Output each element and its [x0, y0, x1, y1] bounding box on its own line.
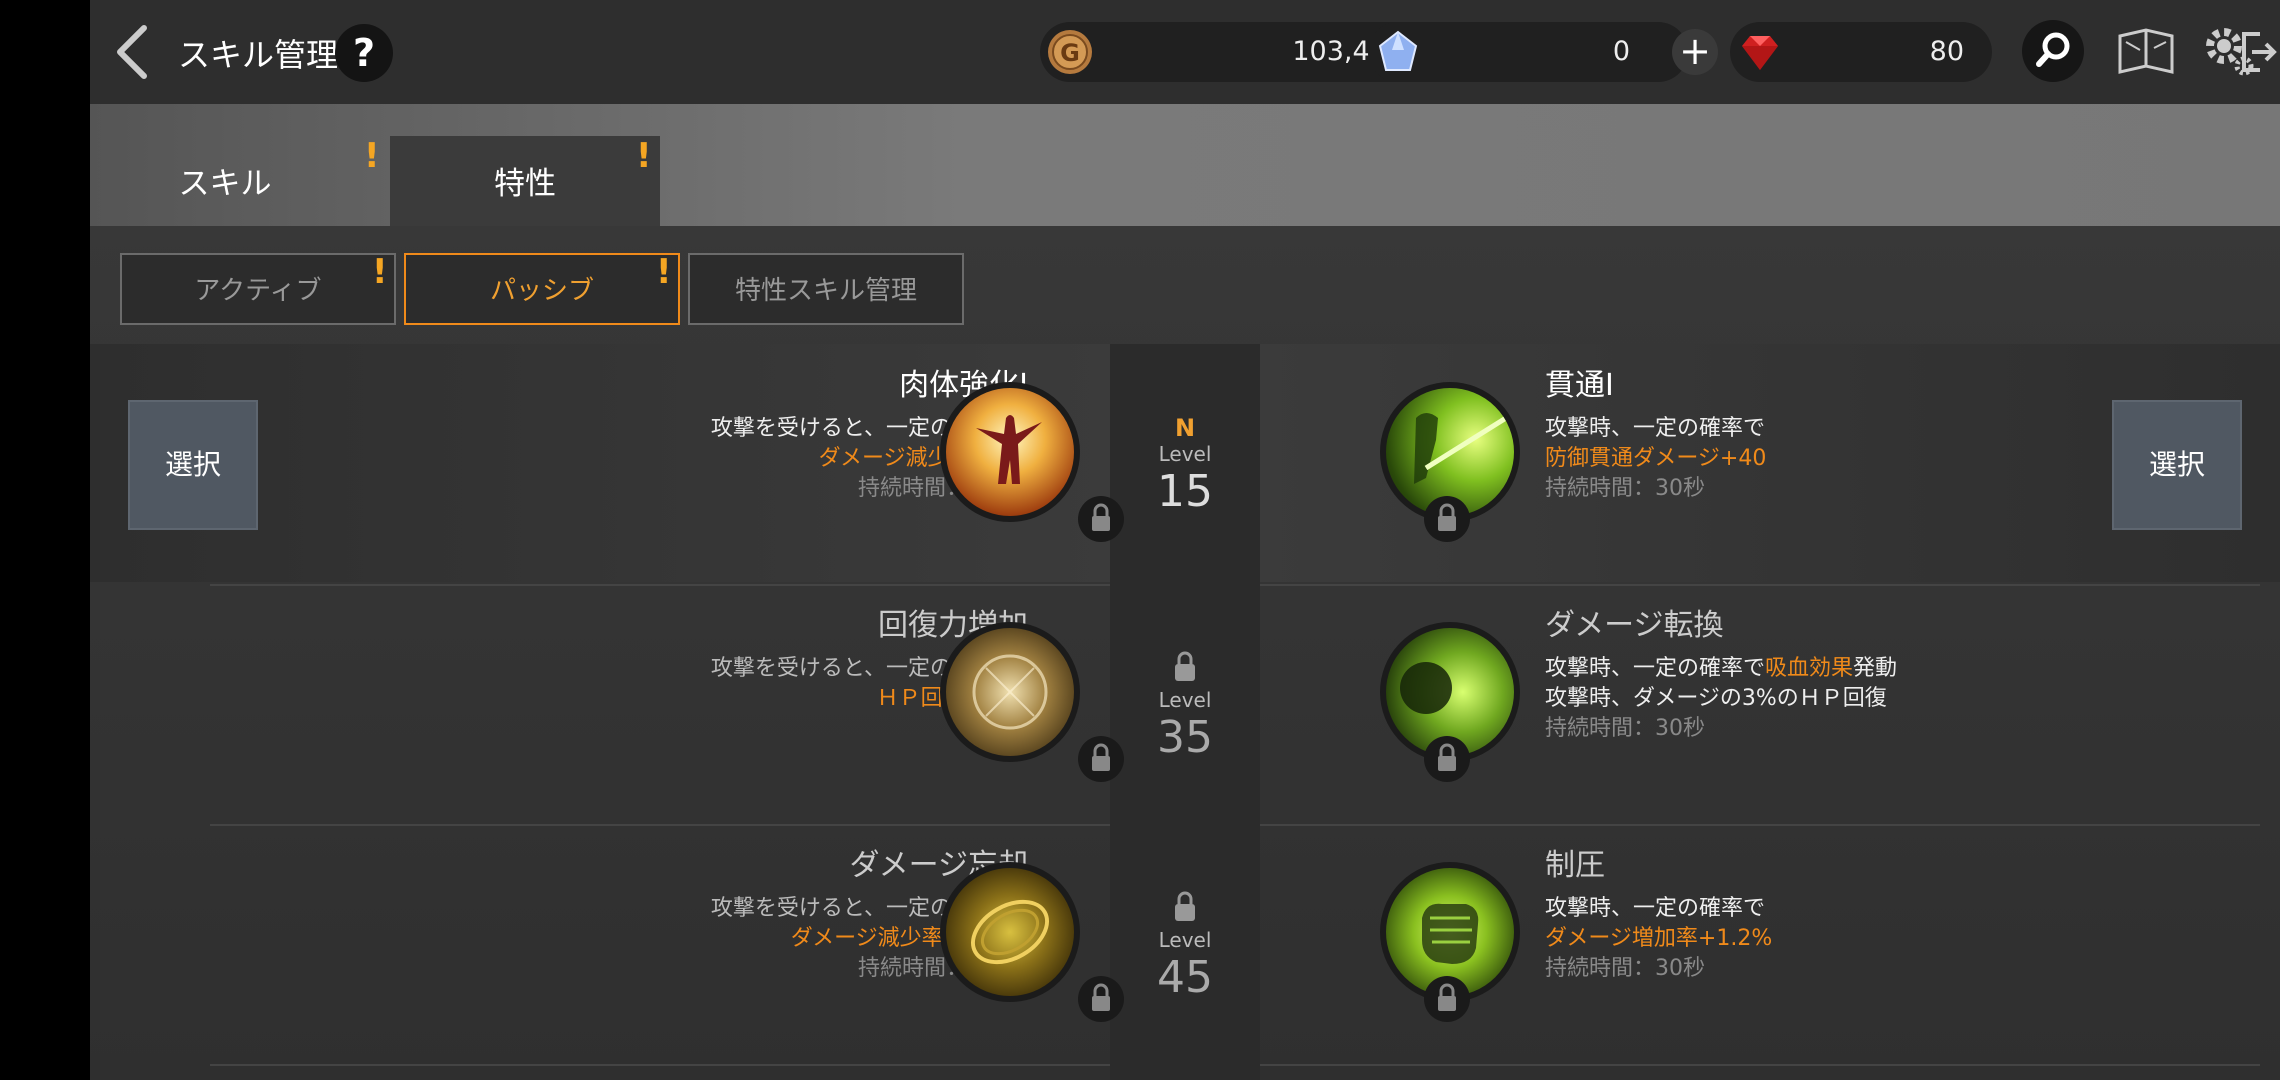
- level-label: Level: [1158, 442, 1212, 466]
- back-arrow-icon[interactable]: [110, 24, 154, 80]
- ruby-icon: [1742, 36, 1778, 70]
- tab-skill-alert-icon: !: [364, 136, 380, 176]
- level-value: 45: [1157, 952, 1213, 1003]
- skill-name: 貫通Ⅰ: [1545, 368, 1614, 403]
- row-divider: [210, 1064, 1110, 1066]
- subtab-active[interactable]: アクティブ: [120, 253, 396, 325]
- exit-icon[interactable]: [2238, 20, 2278, 84]
- tab-trait[interactable]: 特性: [390, 136, 660, 226]
- top-bar: スキル管理 ? G 103,482 0 + 80: [90, 0, 2280, 104]
- row-divider: [1260, 824, 2260, 826]
- lock-icon: [1424, 976, 1470, 1022]
- skill-desc: 攻撃時、一定の確率で吸血効果発動: [1545, 656, 1898, 681]
- select-right-button[interactable]: 選択: [2112, 400, 2242, 530]
- row-divider: [210, 824, 1110, 826]
- help-button[interactable]: ?: [335, 24, 393, 82]
- level-label: Level: [1158, 688, 1212, 712]
- subtab-passive-alert-icon: !: [656, 252, 672, 292]
- recovery-up-skill-icon[interactable]: [940, 622, 1080, 762]
- add-crystal-button[interactable]: +: [1672, 29, 1718, 75]
- row-divider: [1260, 584, 2260, 586]
- level-indicator-35: Level 35: [1110, 650, 1260, 763]
- page-title: スキル管理: [178, 36, 339, 74]
- skill-duration: 持続時間：30秒: [1545, 716, 1705, 741]
- svg-text:G: G: [1060, 39, 1080, 67]
- damage-oblivion-skill-icon[interactable]: [940, 862, 1080, 1002]
- skill-effect: 防御貫通ダメージ+40: [1545, 446, 1767, 471]
- crystal-icon: [1378, 30, 1418, 71]
- level-indicator-45: Level 45: [1110, 890, 1260, 1003]
- subtab-trait-skill-management[interactable]: 特性スキル管理: [688, 253, 964, 325]
- select-left-button[interactable]: 選択: [128, 400, 258, 530]
- skill-effect: ダメージ増加率+1.2%: [1545, 926, 1773, 951]
- lock-icon: [1424, 736, 1470, 782]
- new-badge: N: [1174, 414, 1196, 442]
- skill-desc: 攻撃時、一定の確率で: [1545, 416, 1766, 441]
- lock-icon: [1175, 651, 1195, 681]
- lock-icon: [1175, 891, 1195, 921]
- skill-duration: 持続時間：30秒: [1545, 476, 1705, 501]
- skill-desc-2: 攻撃時、ダメージの3%のＨＰ回復: [1545, 686, 1887, 711]
- map-book-icon[interactable]: [2114, 20, 2178, 84]
- level-label: Level: [1158, 928, 1212, 952]
- tab-trait-alert-icon: !: [636, 136, 652, 176]
- body-strengthen-skill-icon[interactable]: [940, 382, 1080, 522]
- search-icon: [2036, 32, 2070, 67]
- search-button[interactable]: [2022, 20, 2084, 82]
- ruby-value: 80: [1929, 36, 1964, 67]
- level-value: 15: [1157, 466, 1213, 517]
- main-tab-bar: スキル ! 特性 !: [90, 104, 2280, 226]
- crystal-value: 0: [1612, 36, 1630, 67]
- level-indicator-15: N Level 15: [1110, 414, 1260, 517]
- skill-name: 制圧: [1545, 848, 1605, 883]
- subtab-passive[interactable]: パッシブ: [404, 253, 680, 325]
- level-value: 35: [1157, 712, 1213, 763]
- skill-name: ダメージ転換: [1545, 608, 1724, 643]
- row-divider: [210, 584, 1110, 586]
- skill-duration: 持続時間：30秒: [1545, 956, 1705, 981]
- ruby-counter: 80: [1730, 22, 1992, 82]
- subtab-active-alert-icon: !: [372, 252, 388, 292]
- row-divider: [1260, 1064, 2260, 1066]
- crystal-counter-bg: 0: [1368, 22, 1688, 82]
- skill-desc: 攻撃時、一定の確率で: [1545, 896, 1766, 921]
- gold-coin-icon: G: [1048, 30, 1092, 74]
- tab-skill[interactable]: スキル: [90, 136, 360, 226]
- skill-management-screen: スキル管理 ? G 103,482 0 + 80 スキル ! 特性 ! アクティ…: [90, 0, 2280, 1080]
- lock-icon: [1424, 496, 1470, 542]
